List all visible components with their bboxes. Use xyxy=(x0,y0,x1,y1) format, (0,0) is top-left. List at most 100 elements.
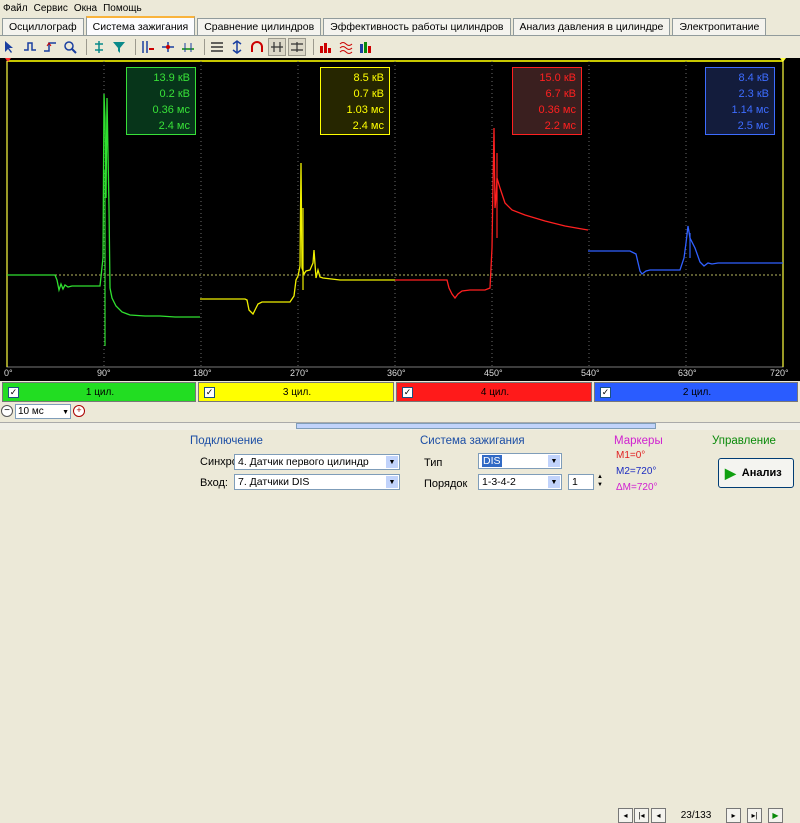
connection-group: Подключение Синхро: 4. Датчик первого ци… xyxy=(186,435,408,496)
cylinder-4-checkbox[interactable]: ✓ xyxy=(402,386,413,398)
angle-label: 540° xyxy=(581,368,600,378)
measurement-peak: 8.4 кВ xyxy=(738,72,770,84)
angle-label: 270° xyxy=(290,368,309,378)
measurement-burn: 6.7 кВ xyxy=(545,88,577,100)
tab-cylinder-efficiency[interactable]: Эффективность работы цилиндров xyxy=(323,18,511,35)
markers-group: Маркеры M1=0° M2=720° ΔM=720° xyxy=(610,435,704,496)
tab-ignition-system[interactable]: Система зажигания xyxy=(85,16,196,35)
sync-select[interactable]: 4. Датчик первого цилиндр ▼ xyxy=(234,454,400,470)
scale-icon[interactable] xyxy=(229,39,245,55)
tab-cylinder-comparison[interactable]: Сравнение цилиндров xyxy=(197,18,322,35)
markers-icon[interactable] xyxy=(140,39,156,55)
order-number: 1 xyxy=(572,476,578,488)
cylinder-bar-1[interactable]: ✓ 1 цил. xyxy=(2,382,196,402)
markers-title: Маркеры xyxy=(614,435,663,447)
analyze-button[interactable]: ▶ Анализ xyxy=(718,458,794,488)
last-frame-button[interactable]: ▸| xyxy=(747,808,762,823)
order-number-input[interactable]: 1 xyxy=(568,474,594,490)
oscilloscope-view[interactable]: 13.9 кВ 0.2 кВ 0.36 мс 2.4 мс 8.5 кВ 0.7… xyxy=(0,58,800,381)
lines-icon[interactable] xyxy=(209,39,225,55)
cylinder-bar-3[interactable]: ✓ 3 цил. xyxy=(198,382,394,402)
channel-icon[interactable] xyxy=(91,39,107,55)
measurement-time: 0.36 мс xyxy=(152,104,190,116)
toolbar-separator xyxy=(313,39,314,55)
angle-label: 360° xyxy=(387,368,406,378)
order-spinner[interactable]: ▲ ▼ xyxy=(595,473,605,491)
bar-chart-icon[interactable] xyxy=(318,39,334,55)
shift-icon[interactable] xyxy=(180,39,196,55)
toolbar-separator xyxy=(86,39,87,55)
cursor-icon[interactable] xyxy=(2,39,18,55)
zoom-in-button[interactable]: + xyxy=(73,405,85,417)
edge-icon[interactable] xyxy=(42,39,58,55)
chevron-down-icon: ▼ xyxy=(386,476,398,488)
connection-title: Подключение xyxy=(190,435,263,447)
angle-label: 90° xyxy=(97,368,111,378)
analyze-label: Анализ xyxy=(741,467,782,479)
filter-icon[interactable] xyxy=(111,39,127,55)
waves-icon[interactable] xyxy=(338,39,354,55)
measurement-time: 0.36 мс xyxy=(538,104,576,116)
columns-icon[interactable] xyxy=(358,39,374,55)
next-frame-button[interactable]: ▸ xyxy=(726,808,741,823)
zoom-icon[interactable] xyxy=(62,39,78,55)
measurement-peak: 8.5 кВ xyxy=(353,72,385,84)
measurement-duration: 2.4 мс xyxy=(352,120,384,132)
first-frame-button[interactable]: |◂ xyxy=(634,808,649,823)
timebase-select[interactable]: 10 мс ▼ xyxy=(15,404,71,419)
horizontal-scrollbar[interactable] xyxy=(0,422,800,430)
marker-delta: ΔM=720° xyxy=(616,482,658,493)
zoom-out-button[interactable]: − xyxy=(1,405,13,417)
chevron-down-icon: ▼ xyxy=(62,409,69,416)
prev-frame-button[interactable]: ◂ xyxy=(651,808,666,823)
play-icon: ▶ xyxy=(725,464,736,481)
tab-strip: Осциллограф Система зажигания Сравнение … xyxy=(0,16,800,36)
type-value: DIS xyxy=(482,455,502,467)
cylinder-bar-2[interactable]: ✓ 2 цил. xyxy=(594,382,798,402)
cylinder-bar-4[interactable]: ✓ 4 цил. xyxy=(396,382,592,402)
grid-h-icon[interactable] xyxy=(268,38,286,56)
pulse-icon[interactable] xyxy=(22,39,38,55)
play-button[interactable]: ▶ xyxy=(768,808,783,823)
scroll-left-button[interactable]: ◂ xyxy=(618,808,633,823)
chevron-down-icon: ▼ xyxy=(548,476,560,488)
trigger-icon[interactable] xyxy=(160,39,176,55)
cylinder-4-label: 4 цил. xyxy=(480,386,510,398)
tab-pressure-analysis[interactable]: Анализ давления в цилиндре xyxy=(512,18,671,35)
scrollbar-thumb[interactable] xyxy=(296,423,656,429)
cylinder-1-checkbox[interactable]: ✓ xyxy=(8,386,19,398)
tab-oscilloscope[interactable]: Осциллограф xyxy=(2,18,84,35)
measurement-duration: 2.2 мс xyxy=(544,120,576,132)
cylinder-3-checkbox[interactable]: ✓ xyxy=(204,386,215,398)
menu-windows[interactable]: Окна xyxy=(74,3,97,14)
measurement-duration: 2.5 мс xyxy=(737,120,769,132)
waveform-svg xyxy=(5,58,786,368)
measurement-box-cyl1: 13.9 кВ 0.2 кВ 0.36 мс 2.4 мс xyxy=(126,67,196,135)
menu-bar: Файл Сервис Окна Помощь xyxy=(0,0,800,17)
cylinder-2-checkbox[interactable]: ✓ xyxy=(600,386,611,398)
navigation-row: − 10 мс ▼ + ◂ |◂ ◂ 23/133 ▸ ▸| ▶ xyxy=(0,404,800,823)
measurement-peak: 15.0 кВ xyxy=(539,72,576,84)
chevron-down-icon: ▼ xyxy=(386,456,398,468)
control-title: Управление xyxy=(712,435,776,447)
chevron-down-icon: ▼ xyxy=(548,455,560,467)
order-select[interactable]: 1-3-4-2 ▼ xyxy=(478,474,562,490)
grid-v-icon[interactable] xyxy=(288,38,306,56)
menu-service[interactable]: Сервис xyxy=(34,3,68,14)
cylinder-1-label: 1 цил. xyxy=(85,386,115,398)
input-select[interactable]: 7. Датчики DIS ▼ xyxy=(234,474,400,490)
tab-power-supply[interactable]: Электропитание xyxy=(672,18,767,35)
menu-file[interactable]: Файл xyxy=(3,3,28,14)
toolbar xyxy=(0,36,800,58)
measurement-box-cyl2: 8.4 кВ 2.3 кВ 1.14 мс 2.5 мс xyxy=(705,67,775,135)
input-label: Вход: xyxy=(200,477,228,489)
order-label: Порядок xyxy=(424,478,468,490)
measurement-duration: 2.4 мс xyxy=(158,120,190,132)
frame-counter: 23/133 xyxy=(680,810,712,821)
ignition-group: Система зажигания Тип DIS ▼ Порядок 1-3-… xyxy=(412,435,608,496)
type-select[interactable]: DIS ▼ xyxy=(478,453,562,469)
measurement-peak: 13.9 кВ xyxy=(153,72,190,84)
toolbar-separator xyxy=(204,39,205,55)
menu-help[interactable]: Помощь xyxy=(103,3,142,14)
horseshoe-icon[interactable] xyxy=(249,39,265,55)
